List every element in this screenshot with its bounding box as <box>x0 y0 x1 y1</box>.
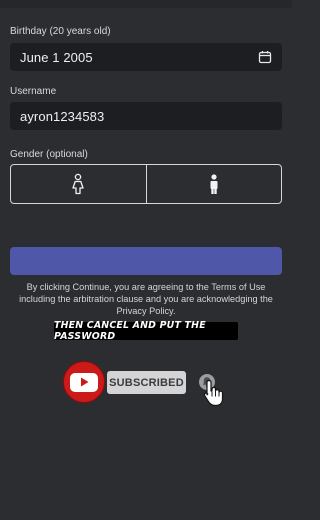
male-icon <box>210 174 218 194</box>
instruction-banner-text: THEN CANCEL AND PUT THE PASSWORD <box>54 320 206 342</box>
gender-selector <box>10 164 282 204</box>
terms-text: By clicking Continue, you are agreeing t… <box>19 282 273 316</box>
instruction-banner: THEN CANCEL AND PUT THE PASSWORD <box>54 320 238 342</box>
youtube-button[interactable] <box>63 361 105 403</box>
subscribed-button[interactable]: SUBSCRIBED <box>107 371 186 394</box>
calendar-icon[interactable] <box>258 50 272 64</box>
username-label: Username <box>10 86 57 97</box>
top-strip <box>0 0 292 8</box>
youtube-icon <box>70 372 98 392</box>
female-icon <box>72 173 84 195</box>
gender-option-female[interactable] <box>11 165 146 203</box>
birthday-label: Birthday (20 years old) <box>10 26 111 37</box>
gender-label: Gender (optional) <box>10 149 88 160</box>
username-field[interactable]: ayron1234583 <box>10 102 282 130</box>
gender-option-male[interactable] <box>145 165 282 203</box>
hand-cursor-icon <box>203 379 224 407</box>
continue-button[interactable] <box>10 247 282 275</box>
birthday-value: June 1 2005 <box>20 49 93 65</box>
username-value: ayron1234583 <box>20 108 105 124</box>
birthday-field[interactable]: June 1 2005 <box>10 43 282 71</box>
